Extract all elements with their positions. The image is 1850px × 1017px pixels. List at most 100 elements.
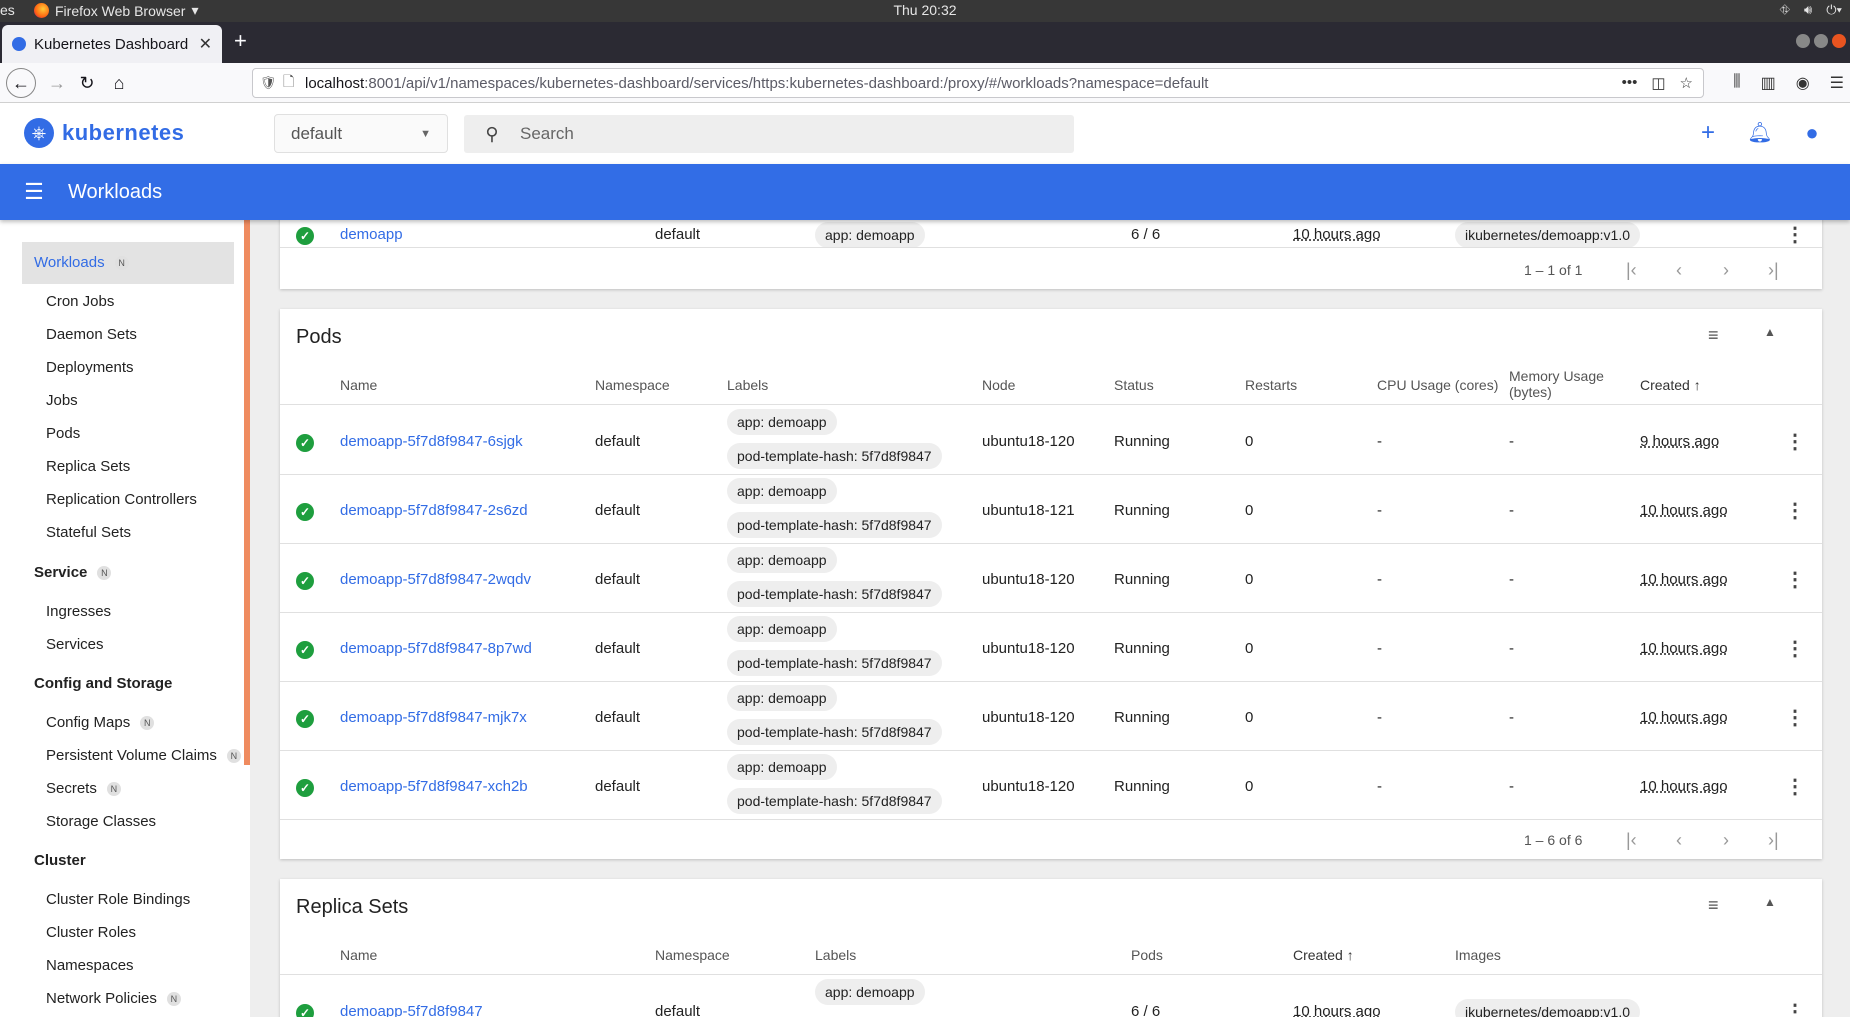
new-tab-button[interactable]: + [234, 28, 247, 54]
row-actions-kebab-icon[interactable]: ⋮ [1785, 636, 1805, 661]
column-header-status[interactable]: Status [1114, 377, 1154, 393]
sidebar-item-config-maps[interactable]: Config Maps N [46, 714, 155, 731]
sidebar-item-secrets[interactable]: Secrets N [46, 780, 121, 797]
system-tray[interactable]: ⛗ 🔊︎ ⏻▾ [1780, 2, 1842, 18]
pod-created[interactable]: 10 hours ago [1640, 778, 1728, 795]
sidebar-item-network-policies[interactable]: Network Policies N [46, 990, 181, 1007]
last-page-icon[interactable]: ›| [1768, 260, 1779, 281]
pod-name-link[interactable]: demoapp-5f7d8f9847-xch2b [340, 778, 528, 795]
bookmark-star-icon[interactable]: ☆ [1680, 74, 1693, 92]
close-window-button[interactable] [1832, 34, 1846, 48]
url-bar[interactable]: 🛡︎ 🗋 localhost:8001/api/v1/namespaces/ku… [252, 68, 1704, 98]
pod-created[interactable]: 10 hours ago [1640, 571, 1728, 588]
sidebar-item-cluster-roles[interactable]: Cluster Roles [46, 924, 136, 941]
column-header-created[interactable]: Created ↑ [1640, 377, 1701, 393]
sidebar-toggle-icon[interactable]: ▥ [1761, 73, 1776, 93]
sidebar-item-pods[interactable]: Pods [46, 425, 80, 442]
sidebar-item-services[interactable]: Services [46, 636, 104, 653]
sidebar-item-replica-sets[interactable]: Replica Sets [46, 458, 130, 475]
sidebar-item-workloads[interactable]: Workloads N [34, 254, 129, 271]
page-info-icon[interactable]: 🗋 [283, 71, 305, 95]
row-actions-kebab-icon[interactable]: ⋮ [1785, 705, 1805, 730]
sidebar-item-ingresses[interactable]: Ingresses [46, 603, 111, 620]
page-actions-icon[interactable]: ••• [1622, 74, 1638, 92]
row-actions-kebab-icon[interactable]: ⋮ [1785, 999, 1805, 1017]
namespace-selector[interactable]: default ▼ [274, 114, 448, 153]
column-header-restarts[interactable]: Restarts [1245, 377, 1297, 393]
sidebar-item-stateful-sets[interactable]: Stateful Sets [46, 524, 131, 541]
tab-kubernetes-dashboard[interactable]: Kubernetes Dashboard ✕ [2, 25, 222, 63]
account-icon[interactable]: ◉ [1796, 73, 1810, 93]
row-actions-kebab-icon[interactable]: ⋮ [1785, 498, 1805, 523]
row-actions-kebab-icon[interactable]: ⋮ [1785, 429, 1805, 454]
home-button[interactable]: ⌂ [104, 69, 134, 97]
create-plus-icon[interactable]: + [1694, 119, 1722, 147]
sidebar-item-cron-jobs[interactable]: Cron Jobs [46, 293, 114, 310]
column-header-namespace[interactable]: Namespace [595, 377, 670, 393]
column-header-pods[interactable]: Pods [1131, 947, 1163, 963]
clock[interactable]: Thu 20:32 [0, 2, 1850, 18]
sidebar-item-namespaces[interactable]: Namespaces [46, 957, 134, 974]
back-button[interactable]: ← [6, 68, 36, 98]
sidebar-section-config-storage[interactable]: Config and Storage [34, 675, 172, 692]
sidebar-section-cluster[interactable]: Cluster [34, 852, 86, 869]
last-page-icon[interactable]: ›| [1768, 830, 1779, 851]
hamburger-menu-icon[interactable]: ☰ [1830, 73, 1844, 93]
sidebar-item-replication-controllers[interactable]: Replication Controllers [46, 491, 197, 508]
pod-name-link[interactable]: demoapp-5f7d8f9847-2s6zd [340, 502, 528, 519]
sidebar-item-cluster-role-bindings[interactable]: Cluster Role Bindings [46, 891, 190, 908]
url-text[interactable]: localhost:8001/api/v1/namespaces/kuberne… [305, 75, 1622, 92]
sidebar-item-deployments[interactable]: Deployments [46, 359, 134, 376]
pod-created[interactable]: 10 hours ago [1640, 709, 1728, 726]
sidebar-item-persistent-volume-claims[interactable]: Persistent Volume Claims N [46, 747, 241, 764]
forward-button[interactable]: → [42, 69, 72, 97]
pod-name-link[interactable]: demoapp-5f7d8f9847-8p7wd [340, 640, 532, 657]
next-page-icon[interactable]: › [1723, 830, 1729, 851]
column-header-name[interactable]: Name [340, 377, 377, 393]
next-page-icon[interactable]: › [1723, 260, 1729, 281]
library-icon[interactable]: ⫼ [1733, 73, 1740, 93]
row-actions-kebab-icon[interactable]: ⋮ [1785, 222, 1805, 247]
pod-name-link[interactable]: demoapp-5f7d8f9847-6sjgk [340, 433, 523, 450]
column-header-memory[interactable]: Memory Usage [1509, 368, 1604, 384]
menu-hamburger-icon[interactable]: ☰ [0, 179, 68, 205]
collapse-chevron-up-icon[interactable]: ▲ [1764, 895, 1776, 909]
deployment-created[interactable]: 10 hours ago [1293, 226, 1381, 243]
replica-set-created[interactable]: 10 hours ago [1293, 1003, 1381, 1017]
first-page-icon[interactable]: |‹ [1626, 260, 1637, 281]
user-account-icon[interactable]: ● [1798, 119, 1826, 147]
column-header-name[interactable]: Name [340, 947, 377, 963]
sidebar-item-jobs[interactable]: Jobs [46, 392, 78, 409]
column-header-labels[interactable]: Labels [815, 947, 856, 963]
sidebar-item-daemon-sets[interactable]: Daemon Sets [46, 326, 137, 343]
sidebar-item-storage-classes[interactable]: Storage Classes [46, 813, 156, 830]
pocket-icon[interactable]: ◫ [1651, 74, 1665, 92]
column-header-node[interactable]: Node [982, 377, 1015, 393]
pod-name-link[interactable]: demoapp-5f7d8f9847-2wqdv [340, 571, 531, 588]
prev-page-icon[interactable]: ‹ [1676, 260, 1682, 281]
column-header-created[interactable]: Created ↑ [1293, 947, 1354, 963]
notifications-bell-icon[interactable]: 🔔︎ [1746, 119, 1774, 147]
column-header-namespace[interactable]: Namespace [655, 947, 730, 963]
sidebar-section-service[interactable]: Service N [34, 564, 112, 581]
pod-created[interactable]: 9 hours ago [1640, 433, 1719, 450]
search-input[interactable]: ⚲ Search [464, 115, 1074, 153]
column-header-labels[interactable]: Labels [727, 377, 768, 393]
row-actions-kebab-icon[interactable]: ⋮ [1785, 774, 1805, 799]
pod-name-link[interactable]: demoapp-5f7d8f9847-mjk7x [340, 709, 527, 726]
deployment-name-link[interactable]: demoapp [340, 226, 403, 243]
filter-icon[interactable]: ≡ [1708, 895, 1719, 916]
kubernetes-logo[interactable]: ⎈ kubernetes [24, 118, 184, 148]
prev-page-icon[interactable]: ‹ [1676, 830, 1682, 851]
column-header-cpu[interactable]: CPU Usage (cores) [1377, 377, 1498, 393]
minimize-button[interactable] [1796, 34, 1810, 48]
pod-created[interactable]: 10 hours ago [1640, 502, 1728, 519]
row-actions-kebab-icon[interactable]: ⋮ [1785, 567, 1805, 592]
filter-icon[interactable]: ≡ [1708, 325, 1719, 346]
shield-icon[interactable]: 🛡︎ [253, 75, 283, 91]
close-tab-icon[interactable]: ✕ [199, 34, 212, 54]
maximize-button[interactable] [1814, 34, 1828, 48]
pod-created[interactable]: 10 hours ago [1640, 640, 1728, 657]
column-header-images[interactable]: Images [1455, 947, 1501, 963]
replica-set-name-link[interactable]: demoapp-5f7d8f9847 [340, 1003, 483, 1017]
